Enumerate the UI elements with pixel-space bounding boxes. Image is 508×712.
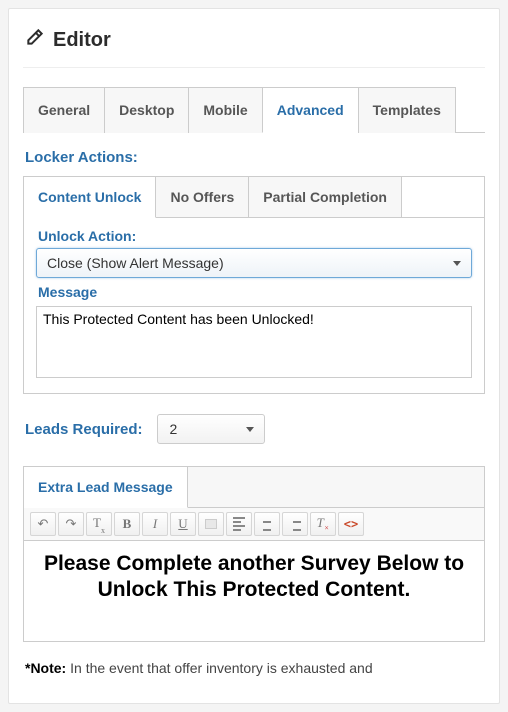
remove-format-button[interactable]: T×	[310, 512, 336, 536]
leads-required-value: 2	[170, 421, 178, 437]
edit-icon	[25, 27, 45, 53]
extra-lead-container: Extra Lead Message ↶ ↷ Tx B I U	[23, 466, 485, 642]
unlock-action-value: Close (Show Alert Message)	[47, 255, 224, 271]
unlock-action-select[interactable]: Close (Show Alert Message)	[36, 248, 472, 278]
panel-title: Editor	[25, 27, 485, 53]
note-body: In the event that offer inventory is exh…	[66, 660, 372, 676]
tab-advanced[interactable]: Advanced	[262, 87, 359, 133]
message-label: Message	[38, 284, 472, 300]
leads-required-select[interactable]: 2	[157, 414, 265, 444]
clear-formatting-button[interactable]: Tx	[86, 512, 112, 536]
tab-mobile[interactable]: Mobile	[188, 87, 262, 133]
tab-templates[interactable]: Templates	[358, 87, 456, 133]
chevron-down-icon	[453, 261, 461, 266]
locker-subtabs: Content Unlock No Offers Partial Complet…	[24, 177, 484, 218]
divider	[23, 67, 485, 68]
note-text: *Note: In the event that offer inventory…	[25, 660, 483, 676]
message-textarea[interactable]	[36, 306, 472, 378]
tab-extra-lead-message[interactable]: Extra Lead Message	[24, 467, 188, 508]
bold-button[interactable]: B	[114, 512, 140, 536]
undo-button[interactable]: ↶	[30, 512, 56, 536]
note-prefix: *Note:	[25, 660, 66, 676]
subtab-no-offers[interactable]: No Offers	[156, 177, 249, 217]
extra-lead-tabs: Extra Lead Message	[24, 467, 484, 508]
italic-button[interactable]: I	[142, 512, 168, 536]
tab-desktop[interactable]: Desktop	[104, 87, 189, 133]
redo-button[interactable]: ↷	[58, 512, 84, 536]
locker-body: Unlock Action: Close (Show Alert Message…	[24, 218, 484, 393]
subtab-partial-completion[interactable]: Partial Completion	[249, 177, 402, 217]
chevron-down-icon	[246, 427, 254, 432]
align-left-button[interactable]	[226, 512, 252, 536]
extra-lead-message-editor[interactable]: Please Complete another Survey Below to …	[24, 541, 484, 641]
editor-panel: Editor General Desktop Mobile Advanced T…	[8, 8, 500, 704]
locker-subtabs-container: Content Unlock No Offers Partial Complet…	[23, 176, 485, 394]
subtab-content-unlock[interactable]: Content Unlock	[24, 177, 156, 218]
leads-required-label: Leads Required:	[25, 421, 143, 438]
source-button[interactable]: <>	[338, 512, 364, 536]
locker-actions-label: Locker Actions:	[25, 149, 485, 166]
text-color-button[interactable]	[198, 512, 224, 536]
align-center-button[interactable]	[254, 512, 280, 536]
unlock-action-label: Unlock Action:	[38, 228, 472, 244]
align-right-button[interactable]	[282, 512, 308, 536]
rte-toolbar: ↶ ↷ Tx B I U	[24, 508, 484, 541]
underline-button[interactable]: U	[170, 512, 196, 536]
panel-title-text: Editor	[53, 29, 111, 52]
tab-general[interactable]: General	[23, 87, 105, 133]
leads-row: Leads Required: 2	[25, 414, 485, 444]
main-tabs: General Desktop Mobile Advanced Template…	[23, 86, 485, 133]
